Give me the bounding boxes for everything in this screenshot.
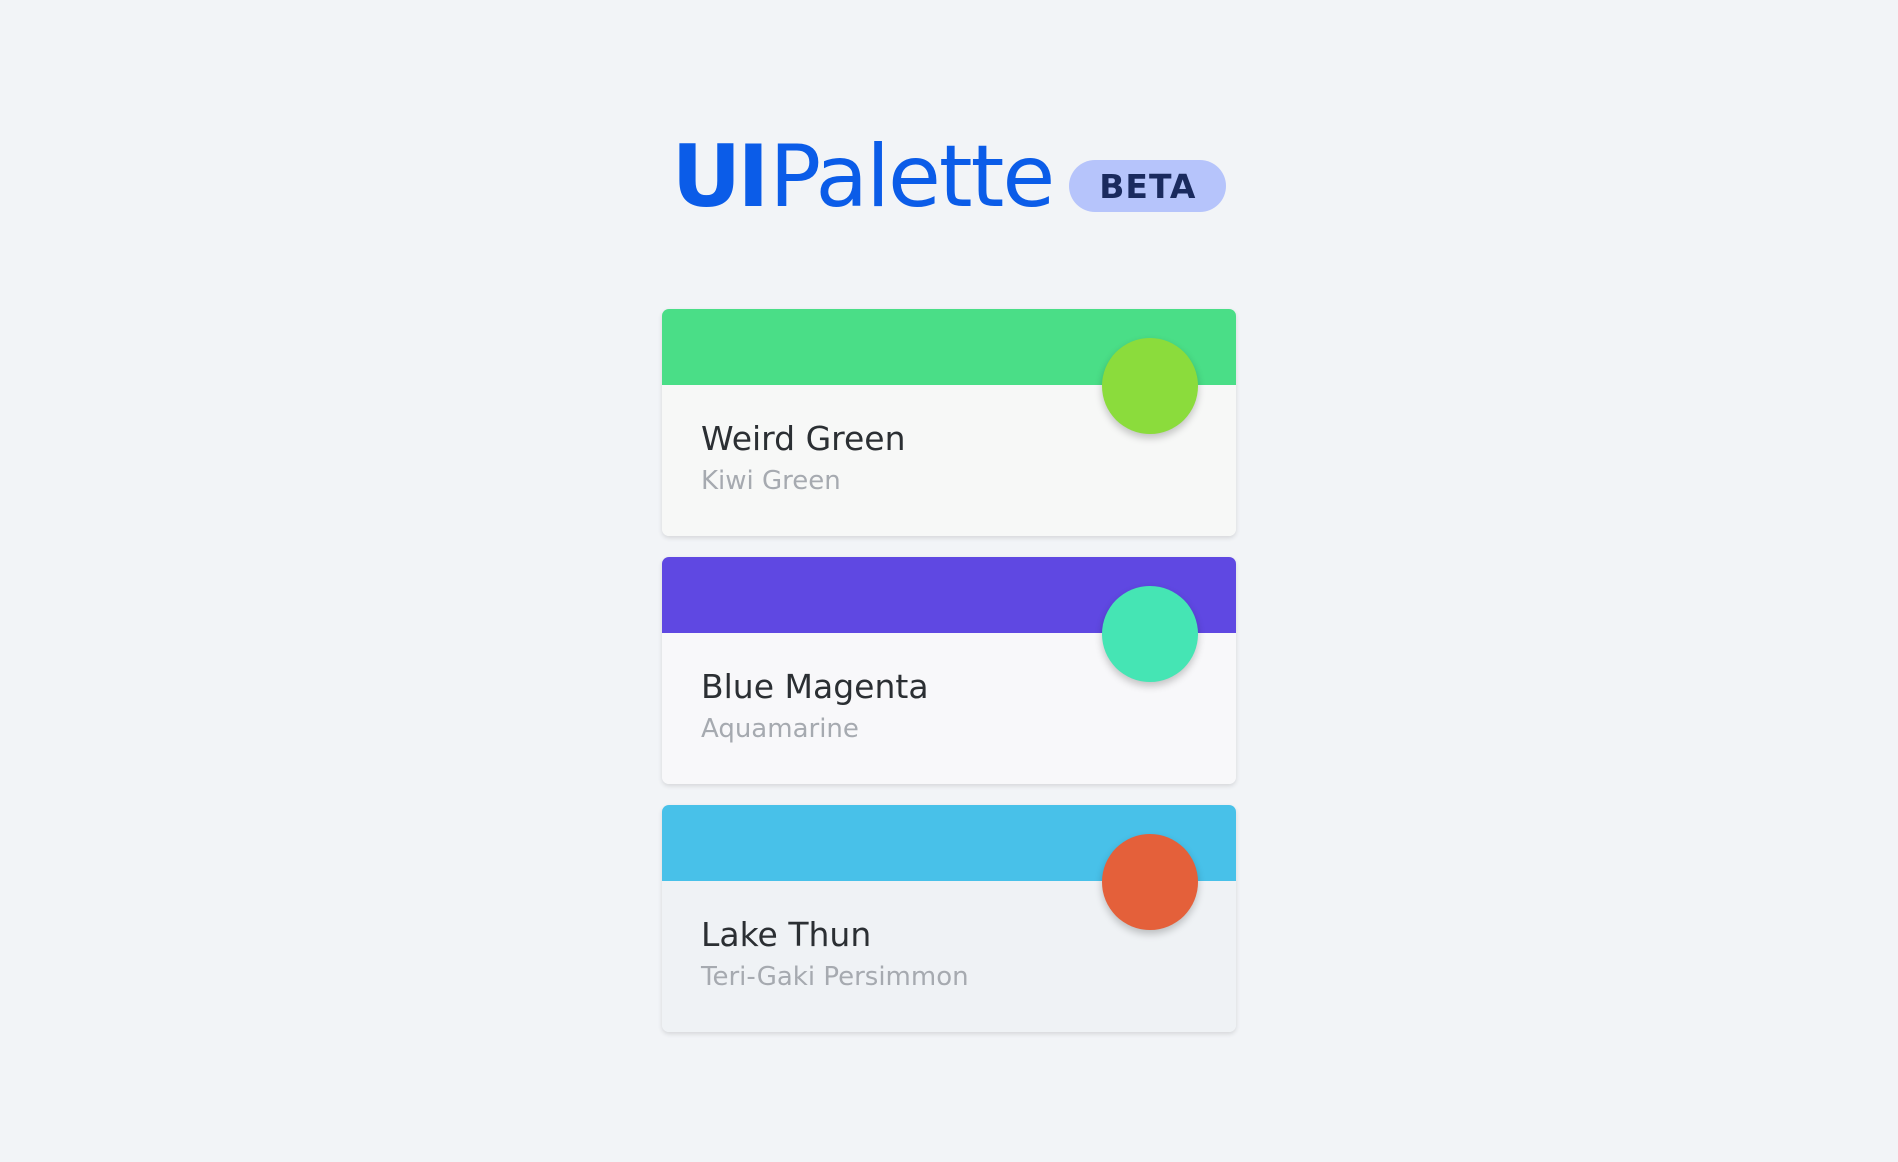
- color-card[interactable]: Lake Thun Teri-Gaki Persimmon: [662, 805, 1236, 1032]
- header: UI Palette BETA: [0, 134, 1898, 224]
- logo[interactable]: UI Palette: [671, 127, 1056, 227]
- secondary-color-name: Aquamarine: [701, 714, 859, 744]
- secondary-color-swatch[interactable]: [1102, 834, 1198, 930]
- logo-palette-text: Palette: [769, 127, 1055, 227]
- secondary-color-name: Teri-Gaki Persimmon: [701, 962, 969, 992]
- secondary-color-swatch[interactable]: [1102, 338, 1198, 434]
- color-card[interactable]: Blue Magenta Aquamarine: [662, 557, 1236, 784]
- primary-color-name: Blue Magenta: [701, 667, 929, 706]
- color-card-list: Weird Green Kiwi Green Blue Magenta Aqua…: [662, 309, 1236, 1053]
- logo-ui-text: UI: [671, 127, 770, 227]
- beta-badge: BETA: [1069, 160, 1227, 212]
- secondary-color-name: Kiwi Green: [701, 466, 841, 496]
- secondary-color-swatch[interactable]: [1102, 586, 1198, 682]
- primary-color-name: Lake Thun: [701, 915, 872, 954]
- primary-color-name: Weird Green: [701, 419, 906, 458]
- color-card[interactable]: Weird Green Kiwi Green: [662, 309, 1236, 536]
